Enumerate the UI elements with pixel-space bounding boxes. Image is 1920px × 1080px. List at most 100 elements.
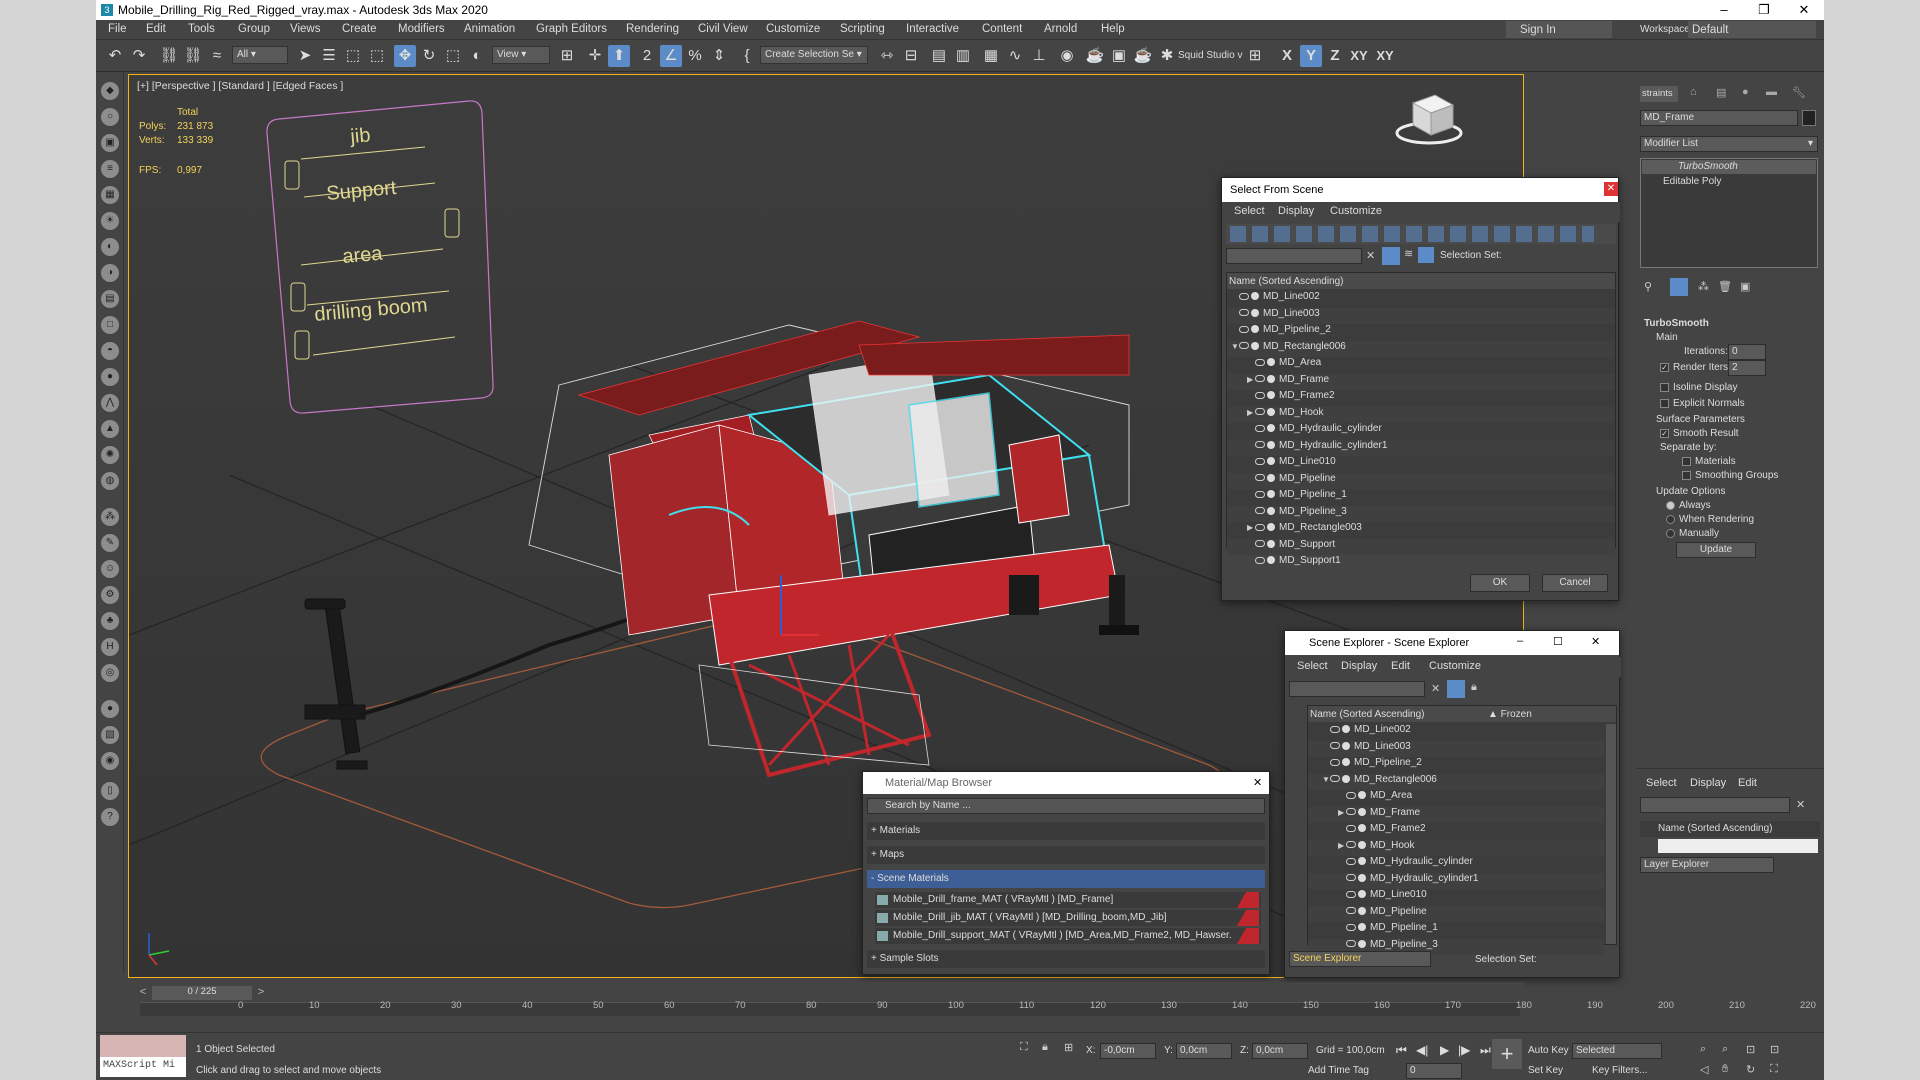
tab-constraints[interactable]: straints: [1640, 86, 1678, 102]
menu-group[interactable]: Group: [238, 23, 270, 35]
expand-arrow-icon[interactable]: ▼: [1231, 342, 1239, 351]
tree-item[interactable]: MD_Line003: [1227, 307, 1615, 324]
toggle-scene-explorer-icon[interactable]: ▤: [928, 45, 950, 67]
hemisphere-icon[interactable]: ◓: [101, 342, 119, 360]
auto-key-button[interactable]: Auto Key: [1528, 1045, 1569, 1056]
box-icon[interactable]: □: [101, 316, 119, 334]
maximize-icon[interactable]: ☐: [1553, 635, 1563, 648]
absolute-mode-icon[interactable]: ⊞: [1064, 1041, 1073, 1054]
select-search-input[interactable]: [1226, 248, 1362, 264]
menu-customize[interactable]: Customize: [1330, 205, 1382, 217]
toggle-layer-explorer-icon[interactable]: ▥: [952, 45, 974, 67]
visibility-eye-icon[interactable]: [1255, 540, 1265, 548]
axis-xy-cycle-button[interactable]: XY: [1374, 45, 1396, 67]
viewport-label[interactable]: [+] [Perspective ] [Standard ] [Edged Fa…: [137, 80, 343, 92]
close-icon[interactable]: ✕: [1784, 0, 1824, 20]
angle-snap-icon[interactable]: ∠: [660, 45, 682, 67]
tree-item[interactable]: MD_Pipeline_1: [1227, 489, 1615, 505]
tree-item[interactable]: MD_Pipeline_2: [1308, 757, 1604, 773]
display-tab-icon[interactable]: ▬: [1766, 86, 1777, 98]
list-icon[interactable]: ≡: [101, 160, 119, 178]
camera-icon[interactable]: ◐: [101, 238, 119, 256]
tree-item[interactable]: MD_Support1: [1227, 555, 1615, 571]
sphere-icon[interactable]: ●: [101, 368, 119, 386]
maximize-icon[interactable]: ❐: [1744, 0, 1784, 20]
visibility-eye-icon[interactable]: [1255, 441, 1265, 449]
undo-icon[interactable]: ↶: [104, 45, 126, 67]
clear-search-icon[interactable]: ✕: [1366, 249, 1375, 262]
isolate-icon[interactable]: ⛶: [1020, 1041, 1028, 1054]
rect-selection-icon[interactable]: ⬚: [342, 45, 364, 67]
ref-coord-dropdown[interactable]: View ▾: [492, 46, 550, 64]
scene-materials-group[interactable]: - Scene Materials: [867, 870, 1265, 888]
mat-browser-titlebar[interactable]: Material/Map Browser ✕: [863, 772, 1269, 794]
remove-modifier-icon[interactable]: 🗑︎: [1718, 280, 1732, 293]
x-coord-field[interactable]: -0,0cm: [1100, 1043, 1156, 1059]
menu-rendering[interactable]: Rendering: [626, 23, 679, 35]
visibility-eye-icon[interactable]: [1346, 940, 1356, 948]
document-icon[interactable]: ▯: [101, 782, 119, 800]
selection-set-icon[interactable]: [1418, 247, 1434, 263]
tree-header[interactable]: Name (Sorted Ascending) ▲ Frozen: [1308, 706, 1616, 722]
create-shapes-icon[interactable]: ○: [101, 108, 119, 126]
filter-icon[interactable]: [1382, 247, 1400, 265]
manually-radio[interactable]: Manually: [1666, 528, 1719, 539]
visibility-eye-icon[interactable]: [1346, 890, 1356, 898]
tree-item[interactable]: ▶ MD_Rectangle003: [1227, 522, 1615, 538]
window-crossing-icon[interactable]: ⬚: [366, 45, 388, 67]
menu-arnold[interactable]: Arnold: [1044, 23, 1077, 35]
tree-item[interactable]: MD_Hydraulic_cylinder1: [1227, 439, 1615, 456]
scene-explorer-dropdown[interactable]: Scene Explorer: [1289, 951, 1431, 967]
hf-icon[interactable]: H: [101, 638, 119, 656]
z-coord-field[interactable]: 0,0cm: [1252, 1043, 1308, 1059]
visibility-eye-icon[interactable]: [1255, 556, 1265, 564]
update-button[interactable]: Update: [1676, 542, 1756, 558]
minimize-icon[interactable]: –: [1517, 635, 1523, 647]
menu-file[interactable]: File: [108, 23, 127, 35]
menu-modifiers[interactable]: Modifiers: [398, 23, 445, 35]
menu-edit[interactable]: Edit: [1391, 660, 1410, 672]
tree-item[interactable]: MD_Hydraulic_cylinder: [1227, 423, 1615, 439]
visibility-eye-icon[interactable]: [1330, 775, 1340, 783]
axis-xy-button[interactable]: XY: [1348, 45, 1370, 67]
select-and-move-icon[interactable]: ✥: [394, 45, 416, 67]
materials-checkbox[interactable]: Materials: [1682, 456, 1736, 467]
layer-tree-header[interactable]: Name (Sorted Ascending): [1640, 821, 1820, 837]
menu-views[interactable]: Views: [290, 23, 320, 35]
select-from-scene-titlebar[interactable]: Select From Scene ✕: [1222, 178, 1618, 202]
tree-item[interactable]: MD_Pipeline_2: [1227, 324, 1615, 340]
utilities-tab-icon[interactable]: 🔧︎: [1792, 86, 1806, 99]
modifier-list-dropdown[interactable]: Modifier List ▾: [1640, 136, 1818, 152]
expand-arrow-icon[interactable]: ▶: [1247, 408, 1255, 417]
visibility-eye-icon[interactable]: [1255, 507, 1265, 515]
y-coord-field[interactable]: 0,0cm: [1176, 1043, 1232, 1059]
lock-selection-icon[interactable]: 🔒︎: [1042, 1041, 1048, 1054]
isoline-checkbox[interactable]: Isoline Display: [1660, 382, 1737, 393]
table-icon[interactable]: ▦: [101, 186, 119, 204]
menu-graph-editors[interactable]: Graph Editors: [536, 23, 607, 35]
tree-header[interactable]: Name (Sorted Ascending): [1227, 273, 1615, 289]
display-filter-icons[interactable]: [1230, 226, 1594, 242]
visibility-eye-icon[interactable]: [1346, 907, 1356, 915]
visibility-eye-icon[interactable]: [1239, 292, 1249, 300]
sample-slots-group[interactable]: + Sample Slots: [867, 950, 1265, 968]
materials-group[interactable]: + Materials: [867, 822, 1265, 840]
maxscript-listener-output[interactable]: [100, 1035, 186, 1057]
unlink-icon[interactable]: ⛓: [182, 45, 204, 67]
tree-item[interactable]: MD_Hydraulic_cylinder1: [1308, 872, 1604, 889]
render-setup-icon[interactable]: ☕: [1084, 45, 1106, 67]
layers-icon[interactable]: ▧: [101, 726, 119, 744]
expand-arrow-icon[interactable]: ▶: [1247, 523, 1255, 532]
when-rendering-radio[interactable]: When Rendering: [1666, 514, 1754, 525]
viewport-icon[interactable]: ▣: [101, 134, 119, 152]
iterations-spinner[interactable]: 0: [1728, 344, 1766, 360]
mirror-icon[interactable]: ⇿: [876, 45, 898, 67]
layers-icon[interactable]: ≋: [1404, 247, 1413, 260]
smoothing-groups-checkbox[interactable]: Smoothing Groups: [1682, 470, 1778, 481]
rollout-turbosmooth[interactable]: TurboSmooth: [1644, 318, 1709, 329]
sign-in-dropdown[interactable]: Sign In: [1506, 21, 1612, 38]
help-icon[interactable]: ?: [101, 808, 119, 826]
always-radio[interactable]: Always: [1666, 500, 1711, 511]
menu-scripting[interactable]: Scripting: [840, 23, 885, 35]
curve-editor-icon[interactable]: ∿: [1004, 45, 1026, 67]
